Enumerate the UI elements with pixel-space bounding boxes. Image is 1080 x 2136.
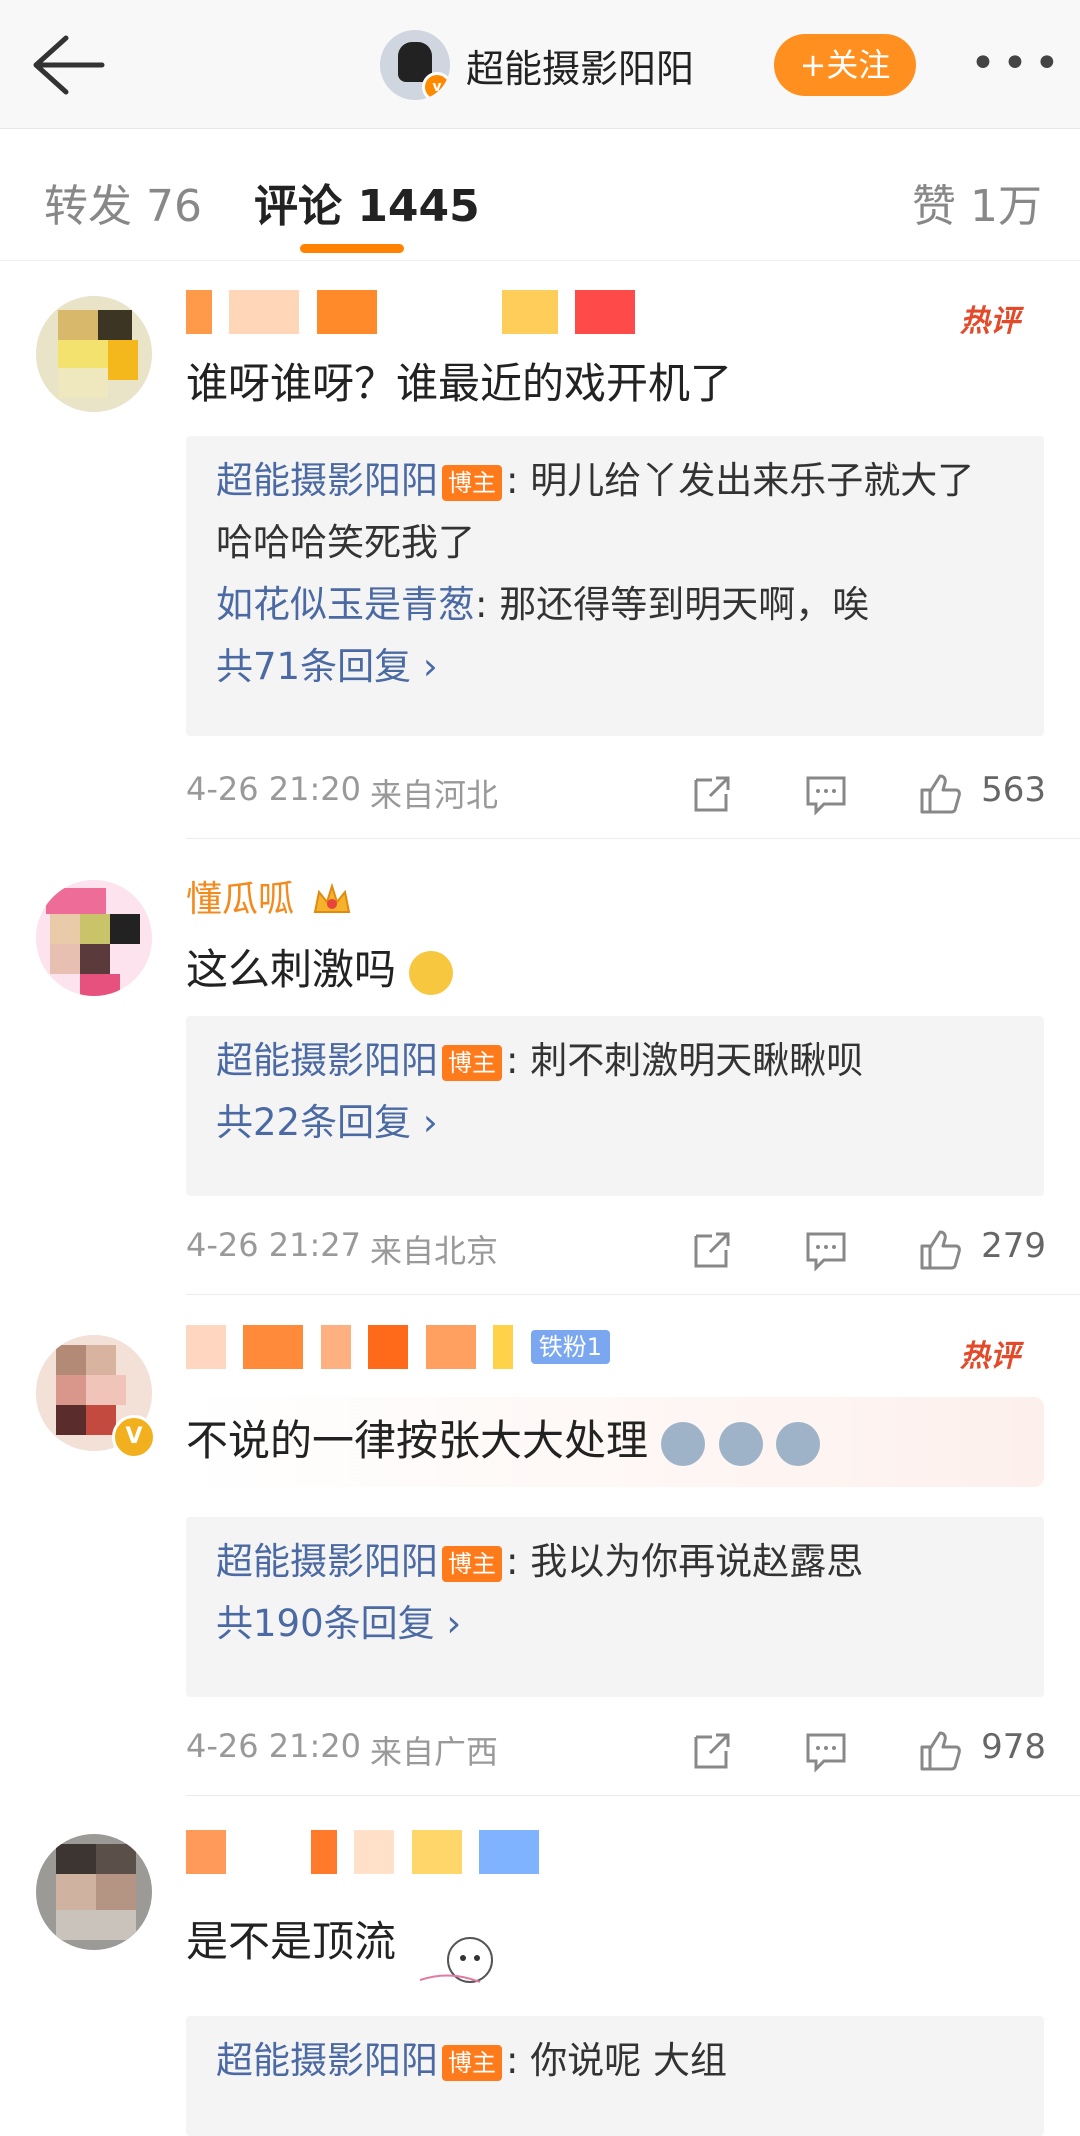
repost-icon[interactable] — [688, 1727, 736, 1775]
reply-box[interactable]: 超能摄影阳阳 博主: 明儿给丫发出来乐子就大了 哈哈哈笑死我了 如花似玉是青葱: … — [186, 436, 1044, 736]
reply-text: 那还得等到明天啊，唉 — [499, 583, 870, 626]
comment-icon[interactable] — [802, 1226, 850, 1274]
comment-icon[interactable] — [802, 770, 850, 818]
active-tab-indicator — [300, 244, 404, 253]
comment-icon[interactable] — [802, 1727, 850, 1775]
like-count: 978 — [981, 1727, 1046, 1767]
tab-comments[interactable]: 评论 1445 — [254, 170, 480, 234]
reply-text: 刺不刺激明天瞅瞅呗 — [530, 1039, 864, 1082]
follow-button[interactable]: +关注 — [774, 34, 916, 96]
comment-text: 是不是顶流 — [186, 1917, 397, 1966]
blogger-name[interactable]: 超能摄影阳阳 — [466, 38, 694, 93]
divider — [186, 1795, 1080, 1796]
username-blurred[interactable]: 铁粉1 — [186, 1325, 610, 1385]
tab-likes[interactable]: 赞 1万 — [912, 170, 1042, 234]
reply-author[interactable]: 超能摄影阳阳 — [216, 1540, 438, 1583]
comment-location: 来自北京 — [370, 1232, 499, 1270]
comment-location: 来自河北 — [370, 776, 499, 814]
tab-bar: 转发 76 评论 1445 赞 1万 — [0, 130, 1080, 261]
reply-text: 明儿给丫发出来乐子就大了 — [530, 459, 975, 502]
avatar[interactable] — [36, 1834, 152, 1950]
username-blurred[interactable] — [186, 290, 641, 350]
like-icon[interactable] — [916, 1226, 964, 1274]
repost-icon[interactable] — [688, 770, 736, 818]
reply-line: 如花似玉是青葱: 那还得等到明天啊，唉 — [216, 583, 870, 626]
reply-count-link[interactable]: 共190条回复 › — [186, 1593, 1044, 1655]
reply-line: 超能摄影阳阳 博主: 你说呢 大组 — [216, 2039, 727, 2082]
reply-author[interactable]: 如花似玉是青葱 — [216, 583, 475, 626]
like-icon[interactable] — [916, 770, 964, 818]
comment-time: 4-26 21:27 — [186, 1226, 362, 1264]
hot-comment-badge: 热评 — [960, 1339, 1020, 1374]
reply-text: 我以为你再说赵露思 — [530, 1540, 864, 1583]
reply-text: 你说呢 大组 — [530, 2039, 727, 2082]
shocked-emoji-icon — [409, 950, 454, 995]
avatar[interactable] — [36, 296, 152, 412]
tab-repost[interactable]: 转发 76 — [44, 170, 202, 234]
reply-box[interactable]: 超能摄影阳阳 博主: 你说呢 大组 — [186, 2016, 1044, 2136]
divider — [186, 1294, 1080, 1295]
fan-badge: 铁粉1 — [530, 1330, 610, 1364]
reply-author[interactable]: 超能摄影阳阳 — [216, 459, 438, 502]
verified-icon: V — [112, 1415, 156, 1459]
comment-text: 谁呀谁呀？谁最近的戏开机了 — [186, 359, 733, 408]
blogger-tag: 博主 — [442, 2044, 502, 2081]
reply-author[interactable]: 超能摄影阳阳 — [216, 1039, 438, 1082]
blogger-tag: 博主 — [442, 464, 502, 501]
username[interactable]: 懂瓜呱 — [186, 870, 353, 930]
blogger-tag: 博主 — [442, 1545, 502, 1582]
comment-footer: 4-26 21:20 来自河北 563 — [186, 770, 1046, 820]
username-blurred[interactable] — [186, 1830, 545, 1890]
blogger-avatar[interactable]: v — [380, 30, 450, 100]
comment-time: 4-26 21:20 — [186, 770, 362, 808]
reply-box[interactable]: 超能摄影阳阳 博主: 刺不刺激明天瞅瞅呗 共22条回复 › — [186, 1016, 1044, 1196]
crown-icon — [314, 882, 351, 913]
like-count: 279 — [981, 1226, 1046, 1266]
blogger-tag: 博主 — [442, 1044, 502, 1081]
comment-text: 不说的一律按张大大处理 — [186, 1407, 821, 1468]
husky-emoji-icon — [718, 1421, 763, 1466]
reply-count-link[interactable]: 共71条回复 › — [186, 636, 1044, 698]
back-arrow-icon[interactable] — [28, 30, 108, 100]
like-icon[interactable] — [916, 1727, 964, 1775]
more-icon[interactable]: ••• — [970, 38, 1060, 89]
comment-text: 这么刺激吗 — [186, 936, 454, 997]
reply-line-cont: 哈哈哈笑死我了 — [216, 521, 475, 564]
avatar[interactable] — [36, 880, 152, 996]
reply-line: 超能摄影阳阳 博主: 明儿给丫发出来乐子就大了 — [216, 459, 975, 502]
comment-footer: 4-26 21:20 来自广西 978 — [186, 1727, 1046, 1777]
top-bar: v 超能摄影阳阳 +关注 ••• — [0, 0, 1080, 129]
comment-decor-sticker — [410, 1920, 510, 2000]
husky-emoji-icon — [661, 1421, 706, 1466]
comment-footer: 4-26 21:27 来自北京 279 — [186, 1226, 1046, 1276]
divider — [186, 838, 1080, 839]
verified-icon: v — [422, 72, 450, 100]
like-count: 563 — [981, 770, 1046, 810]
husky-emoji-icon — [776, 1421, 821, 1466]
repost-icon[interactable] — [688, 1226, 736, 1274]
comment-time: 4-26 21:20 — [186, 1727, 362, 1765]
hot-comment-badge: 热评 — [960, 304, 1020, 339]
reply-author[interactable]: 超能摄影阳阳 — [216, 2039, 438, 2082]
comment-location: 来自广西 — [370, 1733, 499, 1771]
reply-line: 超能摄影阳阳 博主: 刺不刺激明天瞅瞅呗 — [216, 1039, 864, 1082]
reply-line: 超能摄影阳阳 博主: 我以为你再说赵露思 — [216, 1540, 864, 1583]
reply-box[interactable]: 超能摄影阳阳 博主: 我以为你再说赵露思 共190条回复 › — [186, 1517, 1044, 1697]
reply-count-link[interactable]: 共22条回复 › — [186, 1092, 1044, 1154]
